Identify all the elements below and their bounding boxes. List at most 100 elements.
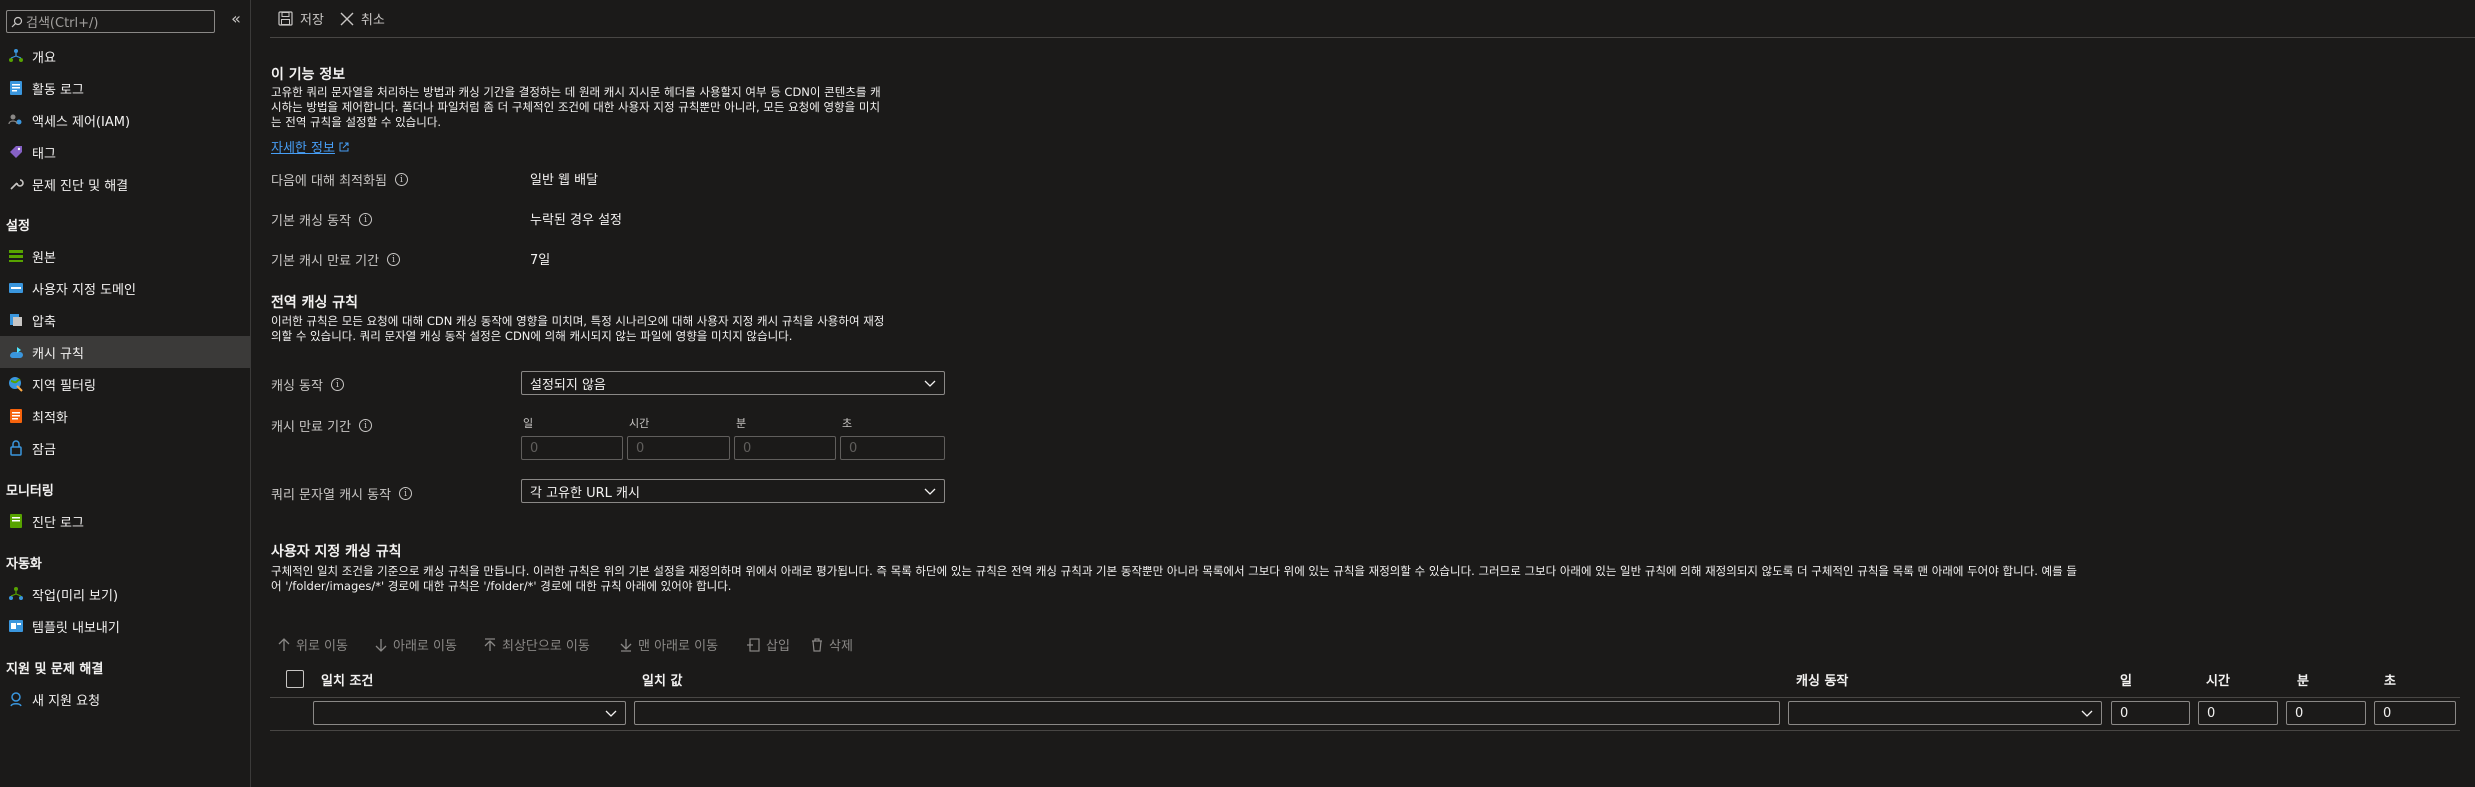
info-icon[interactable]: i [387, 253, 401, 266]
move-to-bottom-button[interactable]: 맨 아래로 이동 [620, 635, 718, 654]
custom-rules-line: 구체적인 일치 조건을 기준으로 캐싱 규칙을 만듭니다. 이러한 규칙은 위의… [271, 564, 2077, 578]
expiry-days-input[interactable]: 0 [521, 436, 623, 460]
row-seconds-input[interactable]: 0 [2374, 701, 2456, 725]
row-hours-input[interactable]: 0 [2198, 701, 2278, 725]
sidebar-item-export-template[interactable]: 템플릿 내보내기 [0, 610, 251, 642]
sidebar-item-optimization[interactable]: 최적화 [0, 400, 251, 432]
overview-icon [8, 48, 24, 64]
sidebar-item-compression[interactable]: 압축 [0, 304, 251, 336]
move-to-bottom-label: 맨 아래로 이동 [638, 639, 719, 654]
caching-behavior-text: 캐싱 동작 [271, 379, 323, 394]
sidebar-item-cache-rules[interactable]: 캐시 규칙 [0, 336, 251, 368]
trash-icon [812, 637, 822, 652]
global-rules-title: 전역 캐싱 규칙 [271, 295, 359, 311]
column-header-hours[interactable]: 시간 [2206, 670, 2230, 689]
match-value-input[interactable] [634, 701, 1780, 725]
sidebar-item-label: 작업(미리 보기) [32, 588, 119, 604]
collapse-sidebar-button[interactable]: « [228, 9, 244, 31]
sidebar-item-label: 새 지원 요청 [32, 693, 101, 709]
caching-behavior-row-dropdown[interactable] [1788, 701, 2102, 725]
column-header-minutes[interactable]: 분 [2297, 670, 2309, 689]
column-header-caching-behavior[interactable]: 캐싱 동작 [1796, 670, 1848, 689]
sidebar-item-new-support-request[interactable]: 새 지원 요청 [0, 683, 251, 715]
move-down-button[interactable]: 아래로 이동 [375, 635, 457, 654]
select-all-checkbox[interactable] [286, 670, 304, 688]
caching-behavior-label: 캐싱 동작 i [271, 375, 344, 394]
column-header-days[interactable]: 일 [2120, 670, 2132, 689]
sidebar-item-custom-domain[interactable]: 사용자 지정 도메인 [0, 272, 251, 304]
save-icon [278, 11, 293, 26]
row-days-input[interactable]: 0 [2111, 701, 2190, 725]
delete-label: 삭제 [829, 639, 853, 654]
match-condition-dropdown[interactable] [313, 701, 626, 725]
arrow-up-icon [278, 637, 290, 651]
delete-button[interactable]: 삭제 [811, 635, 853, 654]
chevron-down-icon [2081, 710, 2093, 717]
optimization-icon [8, 408, 24, 424]
save-button[interactable]: 저장 [278, 4, 324, 34]
sidebar-item-origin[interactable]: 원본 [0, 240, 251, 272]
cache-rules-icon [8, 344, 24, 360]
sidebar-item-geo-filter[interactable]: 지역 필터링 [0, 368, 251, 400]
move-up-label: 위로 이동 [296, 639, 348, 654]
default-expiry-value: 7일 [530, 253, 551, 268]
support-request-icon [8, 691, 24, 707]
sidebar-item-tasks[interactable]: 작업(미리 보기) [0, 578, 251, 610]
chevron-down-icon [605, 710, 617, 717]
sidebar-item-label: 태그 [32, 146, 56, 162]
expiry-seconds-input[interactable]: 0 [840, 436, 945, 460]
search-input[interactable]: 검색(Ctrl+/) [6, 10, 215, 33]
external-link-icon [339, 142, 349, 151]
cancel-label: 취소 [360, 13, 385, 28]
tag-icon [8, 144, 24, 160]
sidebar-item-lock[interactable]: 잠금 [0, 432, 251, 464]
custom-domain-icon [8, 280, 24, 296]
learn-more-label: 자세한 정보 [271, 141, 335, 156]
insert-row-icon [747, 637, 760, 652]
info-icon[interactable]: i [359, 213, 373, 226]
sidebar-item-label: 템플릿 내보내기 [32, 620, 120, 636]
sidebar-item-diagnostic-log[interactable]: 진단 로그 [0, 505, 251, 537]
query-string-dropdown[interactable]: 각 고유한 URL 캐시 [521, 479, 945, 503]
caching-behavior-dropdown[interactable]: 설정되지 않음 [521, 371, 945, 395]
feature-info-line: 는 전역 규칙을 설정할 수 있습니다. [271, 115, 442, 129]
sidebar-item-diagnose[interactable]: 문제 진단 및 해결 [0, 168, 251, 200]
sidebar-item-overview[interactable]: 개요 [0, 40, 251, 72]
sidebar-item-label: 액세스 제어(IAM) [32, 114, 131, 130]
command-bar: 저장 취소 [270, 0, 2475, 38]
feature-info-description: 고유한 쿼리 문자열을 처리하는 방법과 캐싱 기간을 결정하는 데 원래 캐시… [271, 85, 881, 130]
sidebar-item-label: 활동 로그 [32, 82, 84, 98]
section-monitoring: 모니터링 [6, 484, 54, 499]
column-header-match-condition[interactable]: 일치 조건 [321, 670, 373, 689]
query-string-label: 쿼리 문자열 캐시 동작 i [271, 484, 413, 503]
sidebar-item-tags[interactable]: 태그 [0, 136, 251, 168]
info-icon[interactable]: i [359, 419, 373, 432]
insert-button[interactable]: 삽입 [746, 635, 790, 654]
expiry-hours-input[interactable]: 0 [627, 436, 730, 460]
move-up-button[interactable]: 위로 이동 [278, 635, 348, 654]
table-header-divider [270, 697, 2460, 698]
sidebar-item-activity-log[interactable]: 활동 로그 [0, 72, 251, 104]
cancel-button[interactable]: 취소 [340, 4, 385, 34]
insert-label: 삽입 [766, 639, 790, 654]
column-header-seconds[interactable]: 초 [2384, 670, 2396, 689]
info-icon[interactable]: i [330, 378, 344, 391]
activity-log-icon [8, 80, 24, 96]
column-header-match-value[interactable]: 일치 값 [642, 670, 682, 689]
default-expiry-text: 기본 캐시 만료 기간 [271, 254, 380, 269]
sidebar-item-iam[interactable]: 액세스 제어(IAM) [0, 104, 251, 136]
row-minutes-input[interactable]: 0 [2286, 701, 2366, 725]
sidebar: 검색(Ctrl+/) « 개요 활동 로그 액세스 제어(IAM) 태그 문제 … [0, 0, 251, 787]
info-icon[interactable]: i [394, 173, 408, 186]
section-support: 지원 및 문제 해결 [6, 662, 104, 677]
close-icon [340, 12, 354, 25]
custom-rules-line: 어 '/folder/images/*' 경로에 대한 규칙은 '/folder… [271, 579, 732, 593]
learn-more-link[interactable]: 자세한 정보 [271, 137, 349, 156]
query-string-text: 쿼리 문자열 캐시 동작 [271, 488, 392, 503]
move-to-top-button[interactable]: 최상단으로 이동 [484, 635, 590, 654]
info-icon[interactable]: i [399, 487, 413, 500]
sidebar-item-label: 원본 [32, 250, 56, 266]
expiry-minutes-input[interactable]: 0 [734, 436, 836, 460]
caching-behavior-selected: 설정되지 않음 [530, 377, 606, 393]
expiry-hours-label: 시간 [629, 417, 650, 430]
